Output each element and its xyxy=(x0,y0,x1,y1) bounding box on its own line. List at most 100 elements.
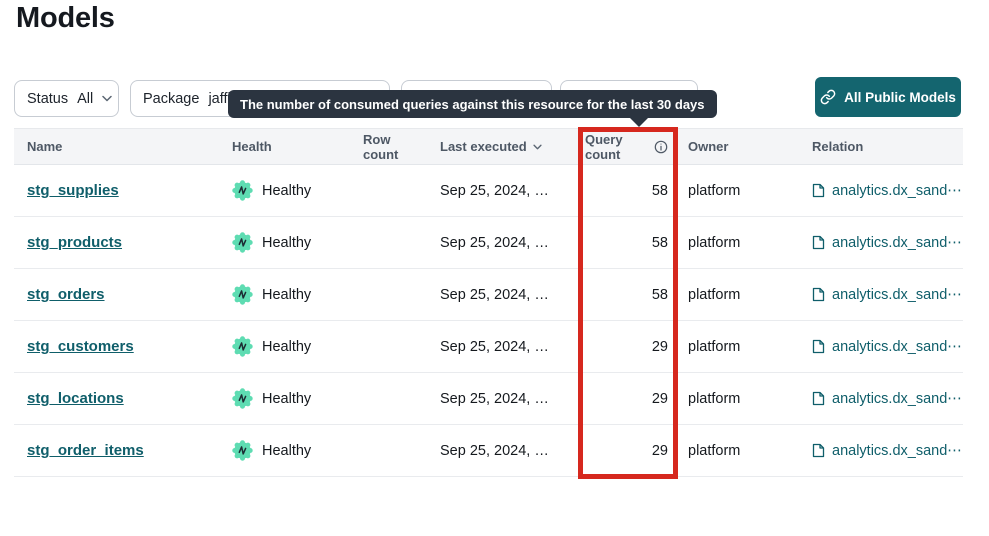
table-row: stg_customers xyxy=(14,321,963,373)
info-icon[interactable] xyxy=(654,140,668,154)
health-cell: Healthy xyxy=(232,440,363,461)
document-icon xyxy=(812,443,825,458)
relation-label: analytics.dx_sand⋯ xyxy=(832,183,962,199)
document-icon xyxy=(812,235,825,250)
relation-cell: analytics.dx_sand⋯ xyxy=(812,339,963,355)
model-name-link[interactable]: stg_customers xyxy=(27,338,134,355)
relation-label: analytics.dx_sand⋯ xyxy=(832,443,962,459)
relation-cell: analytics.dx_sand⋯ xyxy=(812,183,963,199)
model-name-link[interactable]: stg_supplies xyxy=(27,182,119,199)
table-row: stg_products xyxy=(14,217,963,269)
models-table: Name Health Row count Last executed Quer… xyxy=(14,128,963,477)
model-name-cell: stg_order_items xyxy=(27,442,232,459)
relation-label: analytics.dx_sand⋯ xyxy=(832,235,962,251)
query-count-cell: 29 xyxy=(585,443,668,459)
all-public-models-label: All Public Models xyxy=(844,90,956,105)
health-cell: Healthy xyxy=(232,388,363,409)
table-row: stg_supplies xyxy=(14,165,963,217)
owner-cell: platform xyxy=(668,287,812,303)
health-badge-icon xyxy=(232,388,253,409)
query-count-cell: 58 xyxy=(585,183,668,199)
relation-link[interactable]: analytics.dx_sand⋯ xyxy=(812,287,962,303)
relation-cell: analytics.dx_sand⋯ xyxy=(812,287,963,303)
tooltip-arrow xyxy=(629,117,649,127)
model-name-link[interactable]: stg_orders xyxy=(27,286,105,303)
chevron-down-icon xyxy=(102,95,112,102)
owner-cell: platform xyxy=(668,183,812,199)
models-page: Models Status All Package jaffle_ All Pu… xyxy=(0,0,989,536)
relation-cell: analytics.dx_sand⋯ xyxy=(812,443,963,459)
health-badge-icon xyxy=(232,440,253,461)
relation-label: analytics.dx_sand⋯ xyxy=(832,391,962,407)
health-status-label: Healthy xyxy=(262,391,311,407)
health-badge-icon xyxy=(232,284,253,305)
model-name-cell: stg_orders xyxy=(27,286,232,303)
health-status-label: Healthy xyxy=(262,287,311,303)
table-row: stg_locations xyxy=(14,373,963,425)
relation-link[interactable]: analytics.dx_sand⋯ xyxy=(812,391,962,407)
all-public-models-button[interactable]: All Public Models xyxy=(815,77,961,117)
sort-chevron-icon xyxy=(533,144,542,150)
query-count-cell: 29 xyxy=(585,339,668,355)
health-status-label: Healthy xyxy=(262,443,311,459)
health-cell: Healthy xyxy=(232,284,363,305)
status-filter-label: Status xyxy=(27,91,68,107)
health-cell: Healthy xyxy=(232,180,363,201)
query-count-cell: 58 xyxy=(585,287,668,303)
table-header-row: Name Health Row count Last executed Quer… xyxy=(14,128,963,165)
owner-cell: platform xyxy=(668,443,812,459)
query-count-tooltip: The number of consumed queries against t… xyxy=(228,90,717,118)
health-badge-icon xyxy=(232,336,253,357)
owner-cell: platform xyxy=(668,391,812,407)
health-status-label: Healthy xyxy=(262,183,311,199)
package-filter-label: Package xyxy=(143,91,199,107)
health-cell: Healthy xyxy=(232,232,363,253)
last-executed-cell: Sep 25, 2024, … xyxy=(416,391,585,407)
column-header-last-executed[interactable]: Last executed xyxy=(416,139,585,154)
health-status-label: Healthy xyxy=(262,339,311,355)
table-row: stg_orders xyxy=(14,269,963,321)
relation-cell: analytics.dx_sand⋯ xyxy=(812,235,963,251)
query-count-cell: 29 xyxy=(585,391,668,407)
model-name-cell: stg_customers xyxy=(27,338,232,355)
column-header-health: Health xyxy=(232,139,363,154)
relation-link[interactable]: analytics.dx_sand⋯ xyxy=(812,235,962,251)
table-row: stg_order_items xyxy=(14,425,963,477)
last-executed-cell: Sep 25, 2024, … xyxy=(416,235,585,251)
last-executed-cell: Sep 25, 2024, … xyxy=(416,287,585,303)
model-name-link[interactable]: stg_order_items xyxy=(27,442,144,459)
relation-label: analytics.dx_sand⋯ xyxy=(832,339,962,355)
relation-cell: analytics.dx_sand⋯ xyxy=(812,391,963,407)
column-header-query-count: Query count xyxy=(585,132,668,162)
model-name-link[interactable]: stg_products xyxy=(27,234,122,251)
query-count-cell: 58 xyxy=(585,235,668,251)
relation-link[interactable]: analytics.dx_sand⋯ xyxy=(812,443,962,459)
column-header-query-count-label: Query count xyxy=(585,132,649,162)
status-filter-value: All xyxy=(77,91,93,107)
column-header-last-executed-label: Last executed xyxy=(440,139,527,154)
page-title: Models xyxy=(16,2,115,35)
column-header-row-count: Row count xyxy=(363,132,416,162)
model-name-link[interactable]: stg_locations xyxy=(27,390,124,407)
column-header-relation: Relation xyxy=(812,139,963,154)
health-status-label: Healthy xyxy=(262,235,311,251)
model-name-cell: stg_products xyxy=(27,234,232,251)
status-filter-dropdown[interactable]: Status All xyxy=(14,80,119,117)
model-name-cell: stg_supplies xyxy=(27,182,232,199)
document-icon xyxy=(812,339,825,354)
table-body: stg_supplies xyxy=(14,165,963,477)
relation-link[interactable]: analytics.dx_sand⋯ xyxy=(812,339,962,355)
last-executed-cell: Sep 25, 2024, … xyxy=(416,339,585,355)
owner-cell: platform xyxy=(668,235,812,251)
document-icon xyxy=(812,391,825,406)
health-cell: Healthy xyxy=(232,336,363,357)
health-badge-icon xyxy=(232,232,253,253)
health-badge-icon xyxy=(232,180,253,201)
link-icon xyxy=(820,89,836,105)
model-name-cell: stg_locations xyxy=(27,390,232,407)
relation-label: analytics.dx_sand⋯ xyxy=(832,287,962,303)
column-header-name: Name xyxy=(27,139,232,154)
document-icon xyxy=(812,287,825,302)
relation-link[interactable]: analytics.dx_sand⋯ xyxy=(812,183,962,199)
document-icon xyxy=(812,183,825,198)
